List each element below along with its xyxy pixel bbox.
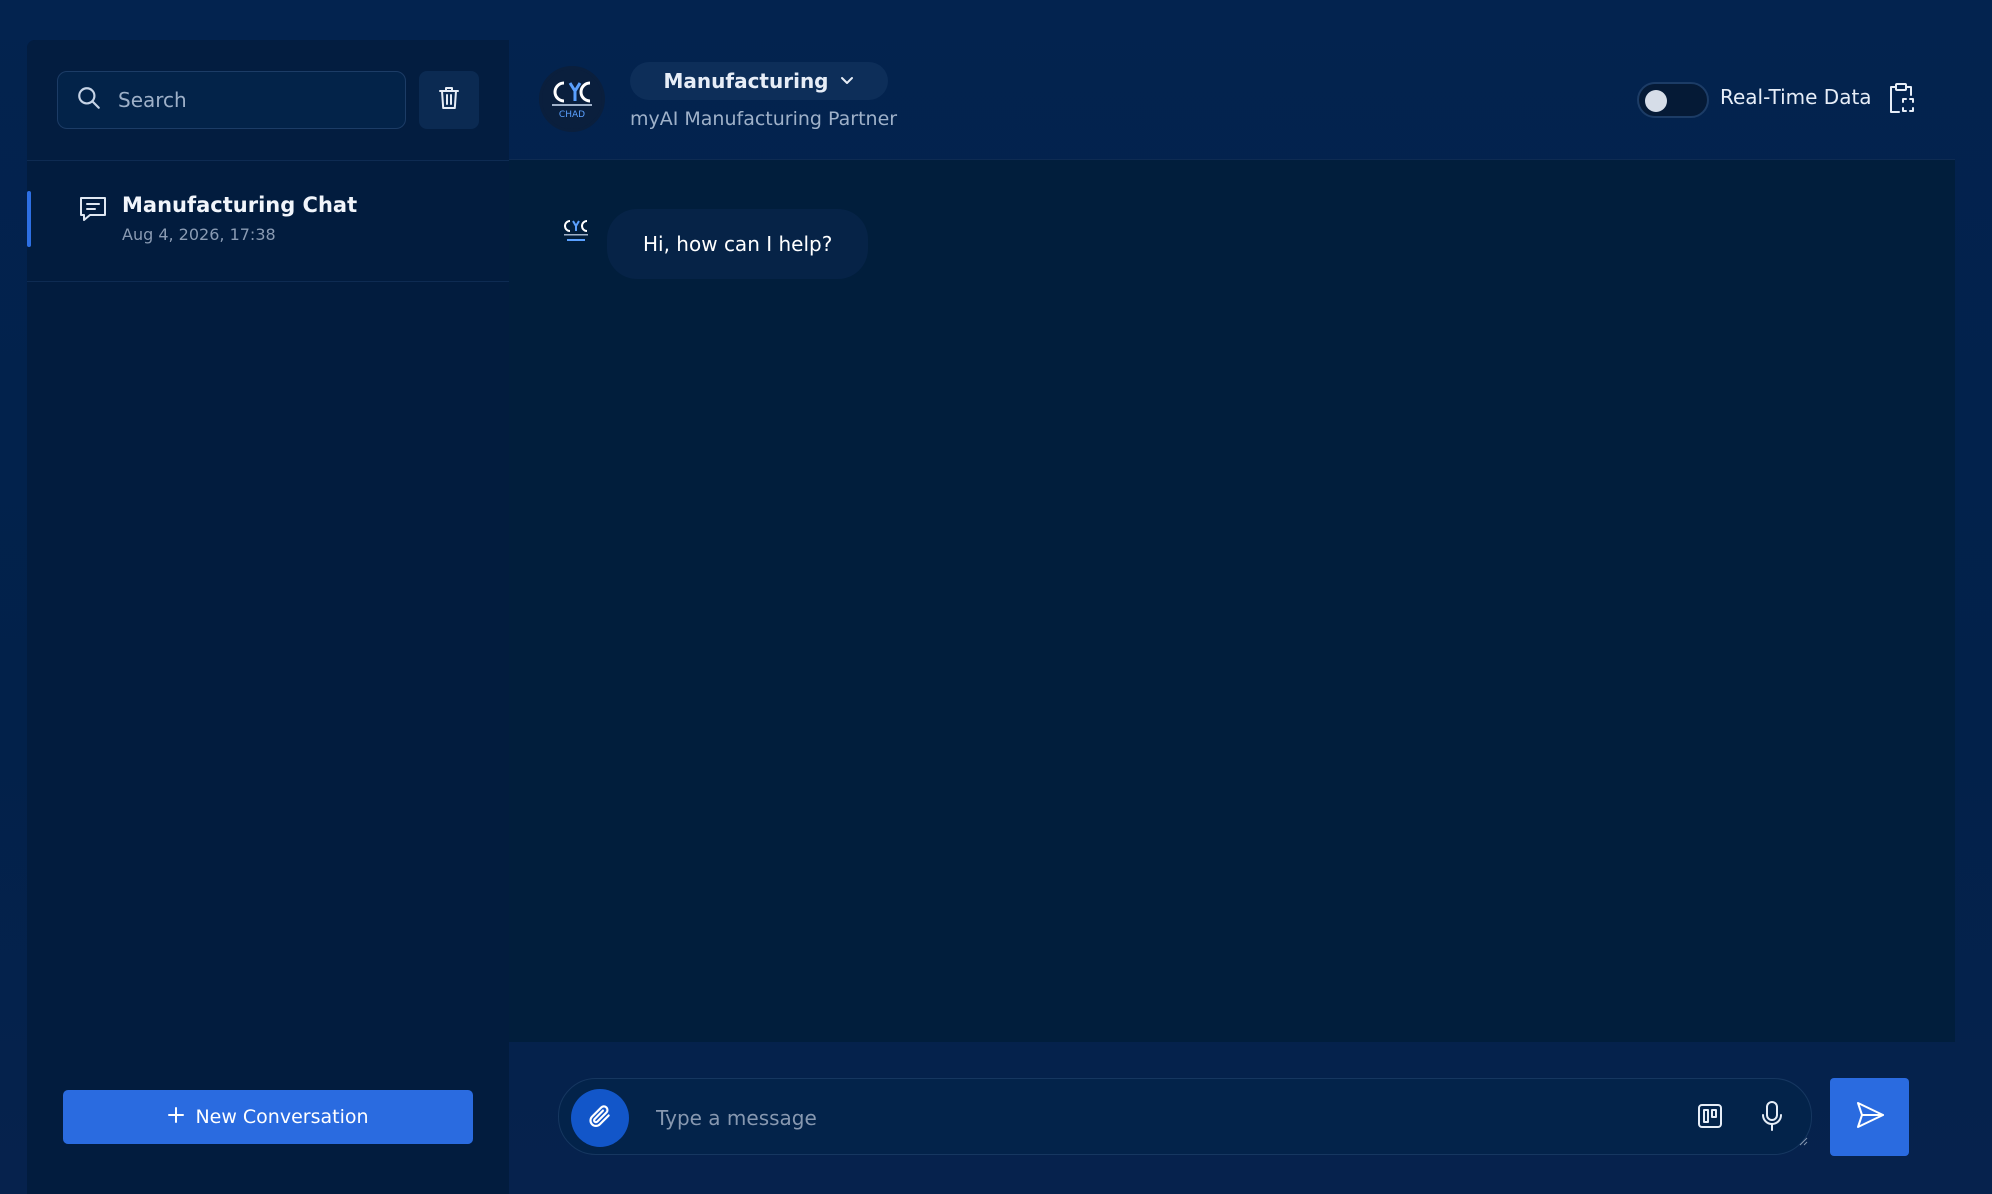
template-icon [1696,1102,1724,1134]
message-list: Hi, how can I help? [509,160,1955,1042]
realtime-data-toggle[interactable] [1637,82,1709,118]
mode-label: Manufacturing [663,69,829,93]
logo-text: CHAD [559,110,585,120]
template-button[interactable] [1694,1102,1726,1134]
search-icon [76,85,102,115]
assistant-subtitle: myAI Manufacturing Partner [630,108,898,130]
toggle-knob [1645,90,1667,112]
message-composer [558,1078,1812,1155]
clipboard-icon [1886,82,1916,118]
search-box[interactable] [57,71,406,129]
realtime-data-label: Real-Time Data [1720,85,1872,109]
delete-all-button[interactable] [419,71,479,129]
bot-avatar [559,215,593,249]
search-input[interactable] [116,87,390,113]
chevron-down-icon [839,69,855,93]
send-button[interactable] [1830,1078,1909,1156]
microphone-button[interactable] [1756,1101,1788,1135]
microphone-icon [1759,1100,1785,1136]
trash-icon [437,85,461,115]
attach-button[interactable] [571,1089,629,1147]
conversation-title: Manufacturing Chat [122,193,358,217]
message-input[interactable] [654,1101,1638,1135]
sidebar-toolbar [27,40,509,161]
plus-icon [167,1106,185,1129]
send-icon [1854,1099,1886,1135]
clipboard-button[interactable] [1883,82,1919,118]
paperclip-icon [587,1103,613,1133]
assistant-logo: CHAD [539,66,605,132]
conversation-date: Aug 4, 2026, 17:38 [122,225,276,244]
chat-header: CHAD Manufacturing myAI Manufacturing Pa… [509,40,1955,160]
new-conversation-label: New Conversation [195,1106,369,1128]
bot-message-bubble: Hi, how can I help? [607,209,869,279]
chat-bubble-icon [77,193,109,229]
new-conversation-button[interactable]: New Conversation [63,1090,473,1144]
resize-handle-icon[interactable] [1798,1131,1808,1150]
mode-dropdown[interactable]: Manufacturing [630,62,888,100]
active-indicator [27,191,31,247]
